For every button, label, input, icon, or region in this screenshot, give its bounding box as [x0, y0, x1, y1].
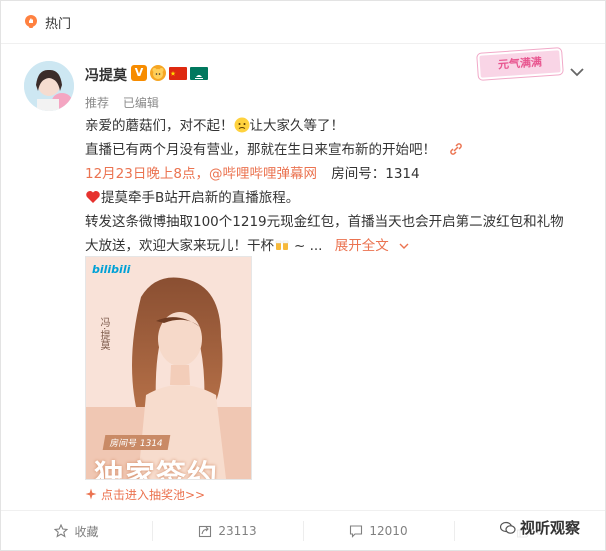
- poster-headline: 独家签约: [94, 459, 218, 480]
- sad-face-emoji-icon: [234, 117, 249, 133]
- chevron-down-icon[interactable]: [570, 67, 584, 77]
- lottery-star-icon: [85, 488, 97, 500]
- meta-edited[interactable]: 已编辑: [123, 96, 159, 110]
- watermark: 视听观察: [500, 517, 581, 538]
- comment-count: 12010: [369, 524, 408, 538]
- wechat-logo-icon: [500, 521, 516, 534]
- post-image[interactable]: bilibili 冯·提莫 房间号 1314 独家签约: [85, 256, 252, 480]
- watermark-text: 视听观察: [520, 519, 581, 537]
- verified-v-badge[interactable]: V: [131, 65, 147, 81]
- expand-full-text-link[interactable]: 展开全文: [335, 238, 389, 254]
- card-sticker: 元气满满: [477, 48, 563, 80]
- post-line-4: 提莫牵手B站开启新的直播旅程。: [101, 190, 300, 206]
- cheers-beer-icon: [275, 240, 289, 250]
- link-icon[interactable]: [448, 141, 464, 157]
- heart-icon: [86, 191, 100, 203]
- star-icon: [54, 524, 69, 538]
- poster-name: 冯·提莫: [98, 317, 109, 351]
- lottery-link[interactable]: 点击进入抽奖池>>: [85, 486, 205, 503]
- post-line-6b: ~ ...: [294, 238, 323, 254]
- weibo-card: 热门 冯提莫 V 推荐 已编辑 元气满满 亲爱的蘑菇们，对不起！ 让大家久等了！…: [0, 0, 606, 551]
- china-flag-icon: [169, 66, 187, 80]
- repost-icon: [199, 525, 212, 538]
- post-line-6: 大放送，欢迎大家来玩儿！干杯: [85, 238, 274, 254]
- hot-bulb-icon: [25, 15, 37, 28]
- post-line-5: 转发这条微博抽取100个1219元现金红包，首播当天也会开启第二波红包和礼物: [85, 214, 564, 230]
- hot-label[interactable]: 热门: [45, 13, 71, 32]
- favorite-button[interactable]: 收藏: [1, 511, 152, 551]
- lottery-text[interactable]: 点击进入抽奖池>>: [101, 488, 205, 502]
- user-name[interactable]: 冯提莫: [85, 65, 127, 85]
- expand-chevron-icon[interactable]: [399, 242, 409, 250]
- comment-button[interactable]: 12010: [303, 511, 454, 551]
- bilibili-logo: bilibili: [92, 263, 131, 276]
- macau-flag-icon: [190, 66, 208, 80]
- post-text: 亲爱的蘑菇们，对不起！ 让大家久等了！ 直播已有两个月没有营业，那就在生日来宣布新…: [85, 114, 585, 258]
- post-date[interactable]: 12月23日晚上8点，: [85, 166, 209, 182]
- repost-count: 23113: [218, 524, 257, 538]
- post-meta: 推荐 已编辑: [85, 94, 169, 111]
- member-bear-icon[interactable]: [150, 65, 166, 81]
- post-line-1b: 让大家久等了！: [249, 118, 345, 134]
- favorite-label: 收藏: [74, 524, 99, 539]
- meta-source: 推荐: [85, 96, 110, 110]
- user-badges: V: [131, 65, 208, 81]
- post-line-2: 直播已有两个月没有营业，那就在生日来宣布新的开始吧！: [85, 142, 436, 158]
- hot-header: 热门: [1, 1, 605, 44]
- poster-room-badge: 房间号 1314: [102, 435, 171, 450]
- avatar[interactable]: [24, 61, 74, 111]
- comment-icon: [350, 525, 363, 538]
- repost-button[interactable]: 23113: [152, 511, 303, 551]
- room-number: 房间号：1314: [331, 166, 420, 182]
- bilibili-mention-link[interactable]: @哔哩哔哩弹幕网: [209, 166, 317, 182]
- post-line-1: 亲爱的蘑菇们，对不起！: [85, 118, 234, 134]
